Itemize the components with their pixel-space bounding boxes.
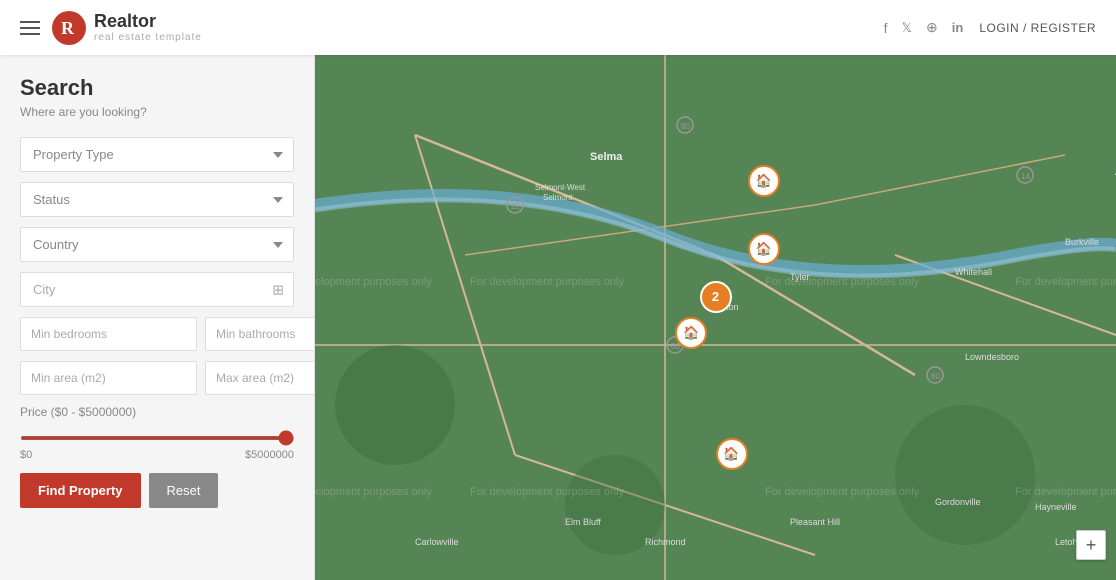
svg-text:Selmont: Selmont (543, 193, 573, 202)
property-type-select[interactable]: Property Type (20, 137, 294, 172)
svg-text:For development purposes only: For development purposes only (470, 276, 625, 288)
svg-text:For development purposes only: For development purposes only (1015, 276, 1116, 288)
price-range-labels: $0 $5000000 (20, 449, 294, 461)
map-pin-2[interactable]: 🏠 (748, 233, 780, 265)
reset-button[interactable]: Reset (149, 473, 219, 508)
map-background: 80 22 80 14 80 Selma Selmont-West Selmon… (315, 55, 1116, 580)
price-min-label: $0 (20, 449, 32, 461)
svg-text:For development purposes only: For development purposes only (470, 486, 625, 498)
svg-text:Gordonville: Gordonville (935, 497, 981, 507)
city-field-wrap: ⊞ (20, 272, 294, 307)
home-icon-4: 🏠 (723, 446, 739, 462)
search-subtitle: Where are you looking? (20, 105, 294, 119)
svg-text:Elm Bluff: Elm Bluff (565, 517, 601, 527)
social-icons: f 𝕏 ⊕ in (884, 19, 964, 36)
svg-text:Selma: Selma (590, 151, 623, 163)
twitter-icon[interactable]: 𝕏 (902, 20, 912, 36)
svg-text:Whitehall: Whitehall (955, 267, 992, 277)
svg-text:Letoh: Letoh (1055, 537, 1078, 547)
svg-text:elopment purposes only: elopment purposes only (315, 486, 432, 498)
svg-text:R: R (61, 18, 75, 38)
app-name: Realtor (94, 12, 202, 32)
svg-text:elopment purposes only: elopment purposes only (315, 276, 432, 288)
sidebar: Search Where are you looking? Property T… (0, 55, 315, 580)
home-icon-1: 🏠 (755, 173, 771, 189)
map-pin-4[interactable]: 🏠 (716, 438, 748, 470)
status-select[interactable]: Status (20, 182, 294, 217)
price-slider-wrap (20, 427, 294, 445)
map-pin-cluster[interactable]: 2 (700, 281, 732, 313)
logo-icon: R (52, 11, 86, 45)
action-buttons: Find Property Reset (20, 473, 294, 508)
svg-text:For development purposes only: For development purposes only (765, 486, 920, 498)
logo-text: Realtor real estate template (94, 12, 202, 43)
city-icon: ⊞ (272, 281, 284, 298)
svg-text:Lowndesboro: Lowndesboro (965, 352, 1019, 362)
bedroom-bathroom-row (20, 317, 294, 351)
svg-text:For development purposes only: For development purposes only (1015, 486, 1116, 498)
header-left: R Realtor real estate template (20, 11, 202, 45)
svg-text:80: 80 (931, 372, 940, 381)
min-bedrooms-input[interactable] (20, 317, 197, 351)
country-select[interactable]: Country (20, 227, 294, 262)
main-container: Search Where are you looking? Property T… (0, 55, 1116, 580)
price-section: Price ($0 - $5000000) $0 $5000000 (20, 405, 294, 461)
svg-text:80: 80 (681, 122, 690, 131)
home-icon-2: 🏠 (755, 241, 771, 257)
price-slider[interactable] (20, 436, 294, 440)
svg-text:Selmont-West: Selmont-West (535, 183, 586, 192)
header-right: f 𝕏 ⊕ in LOGIN / REGISTER (884, 19, 1096, 36)
app-tagline: real estate template (94, 32, 202, 43)
globe-icon[interactable]: ⊕ (926, 19, 938, 36)
map-pin-3[interactable]: 🏠 (675, 317, 707, 349)
min-bathrooms-input[interactable] (205, 317, 315, 351)
zoom-plus-button[interactable]: + (1076, 530, 1106, 560)
login-register-link[interactable]: LOGIN / REGISTER (979, 21, 1096, 35)
cluster-label: 2 (712, 289, 719, 304)
svg-text:14: 14 (1021, 172, 1030, 181)
svg-text:Hayneville: Hayneville (1035, 502, 1077, 512)
area-row (20, 361, 294, 395)
price-max-label: $5000000 (245, 449, 294, 461)
price-label: Price ($0 - $5000000) (20, 405, 294, 419)
logo-area: R Realtor real estate template (52, 11, 202, 45)
svg-text:Richmond: Richmond (645, 537, 686, 547)
svg-text:Burkville: Burkville (1065, 237, 1099, 247)
min-area-input[interactable] (20, 361, 197, 395)
map-container: 80 22 80 14 80 Selma Selmont-West Selmon… (315, 55, 1116, 580)
find-property-button[interactable]: Find Property (20, 473, 141, 508)
max-area-input[interactable] (205, 361, 315, 395)
hamburger-menu[interactable] (20, 21, 40, 35)
svg-text:For development purposes only: For development purposes only (765, 276, 920, 288)
header: R Realtor real estate template f 𝕏 ⊕ in … (0, 0, 1116, 55)
map-pin-1[interactable]: 🏠 (748, 165, 780, 197)
home-icon-3: 🏠 (683, 325, 699, 341)
city-input[interactable] (20, 272, 294, 307)
search-title: Search (20, 75, 294, 101)
svg-text:Carlowville: Carlowville (415, 537, 459, 547)
svg-text:22: 22 (511, 202, 520, 211)
svg-text:Pleasant Hill: Pleasant Hill (790, 517, 840, 527)
facebook-icon[interactable]: f (884, 20, 888, 36)
linkedin-icon[interactable]: in (952, 20, 964, 35)
